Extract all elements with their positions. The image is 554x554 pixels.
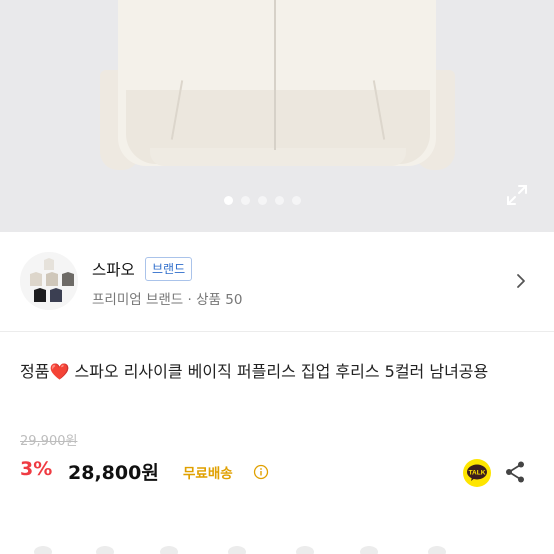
seller-row[interactable]: 스파오 브랜드 프리미엄 브랜드 · 상품 50 <box>0 238 554 330</box>
share-icon[interactable] <box>504 460 526 484</box>
gallery-dot[interactable] <box>292 196 301 205</box>
product-title: 정품❤️ 스파오 리사이클 베이직 퍼플리스 집업 후리스 5컬러 남녀공용 <box>20 358 540 385</box>
kakaotalk-icon[interactable]: TALK <box>462 458 492 488</box>
gallery-dot[interactable] <box>224 196 233 205</box>
next-section-preview <box>0 534 554 554</box>
product-image-gallery[interactable] <box>0 0 554 232</box>
talk-label: TALK <box>469 470 486 477</box>
preview-shape <box>34 546 52 554</box>
info-icon[interactable] <box>253 464 269 480</box>
original-price: 29,900원 <box>20 434 78 449</box>
preview-shape <box>228 546 246 554</box>
gallery-dot[interactable] <box>258 196 267 205</box>
preview-shape <box>96 546 114 554</box>
gallery-dot[interactable] <box>275 196 284 205</box>
section-divider <box>0 331 554 332</box>
gallery-pagination <box>224 196 301 205</box>
free-shipping-label: 무료배송 <box>183 466 233 482</box>
preview-shape <box>296 546 314 554</box>
sale-price: 28,800원 <box>68 462 159 484</box>
seller-name[interactable]: 스파오 <box>92 258 135 280</box>
seller-logo-icon <box>20 252 78 310</box>
seller-subtitle: 프리미엄 브랜드 · 상품 50 <box>92 292 243 308</box>
preview-shape <box>360 546 378 554</box>
product-image-zipper <box>274 0 276 150</box>
heart-icon: ❤️ <box>49 362 70 381</box>
product-image-hem <box>150 148 406 166</box>
title-prefix: 정품 <box>20 362 50 381</box>
seller-avatar <box>20 252 78 310</box>
expand-icon[interactable] <box>505 183 529 207</box>
preview-shape <box>428 546 446 554</box>
title-text: 스파오 리사이클 베이직 퍼플리스 집업 후리스 5컬러 남녀공용 <box>69 362 489 381</box>
gallery-dot[interactable] <box>241 196 250 205</box>
chevron-right-icon[interactable] <box>514 272 528 290</box>
preview-shape <box>160 546 178 554</box>
discount-rate: 3% <box>20 458 53 480</box>
brand-badge: 브랜드 <box>145 257 193 281</box>
